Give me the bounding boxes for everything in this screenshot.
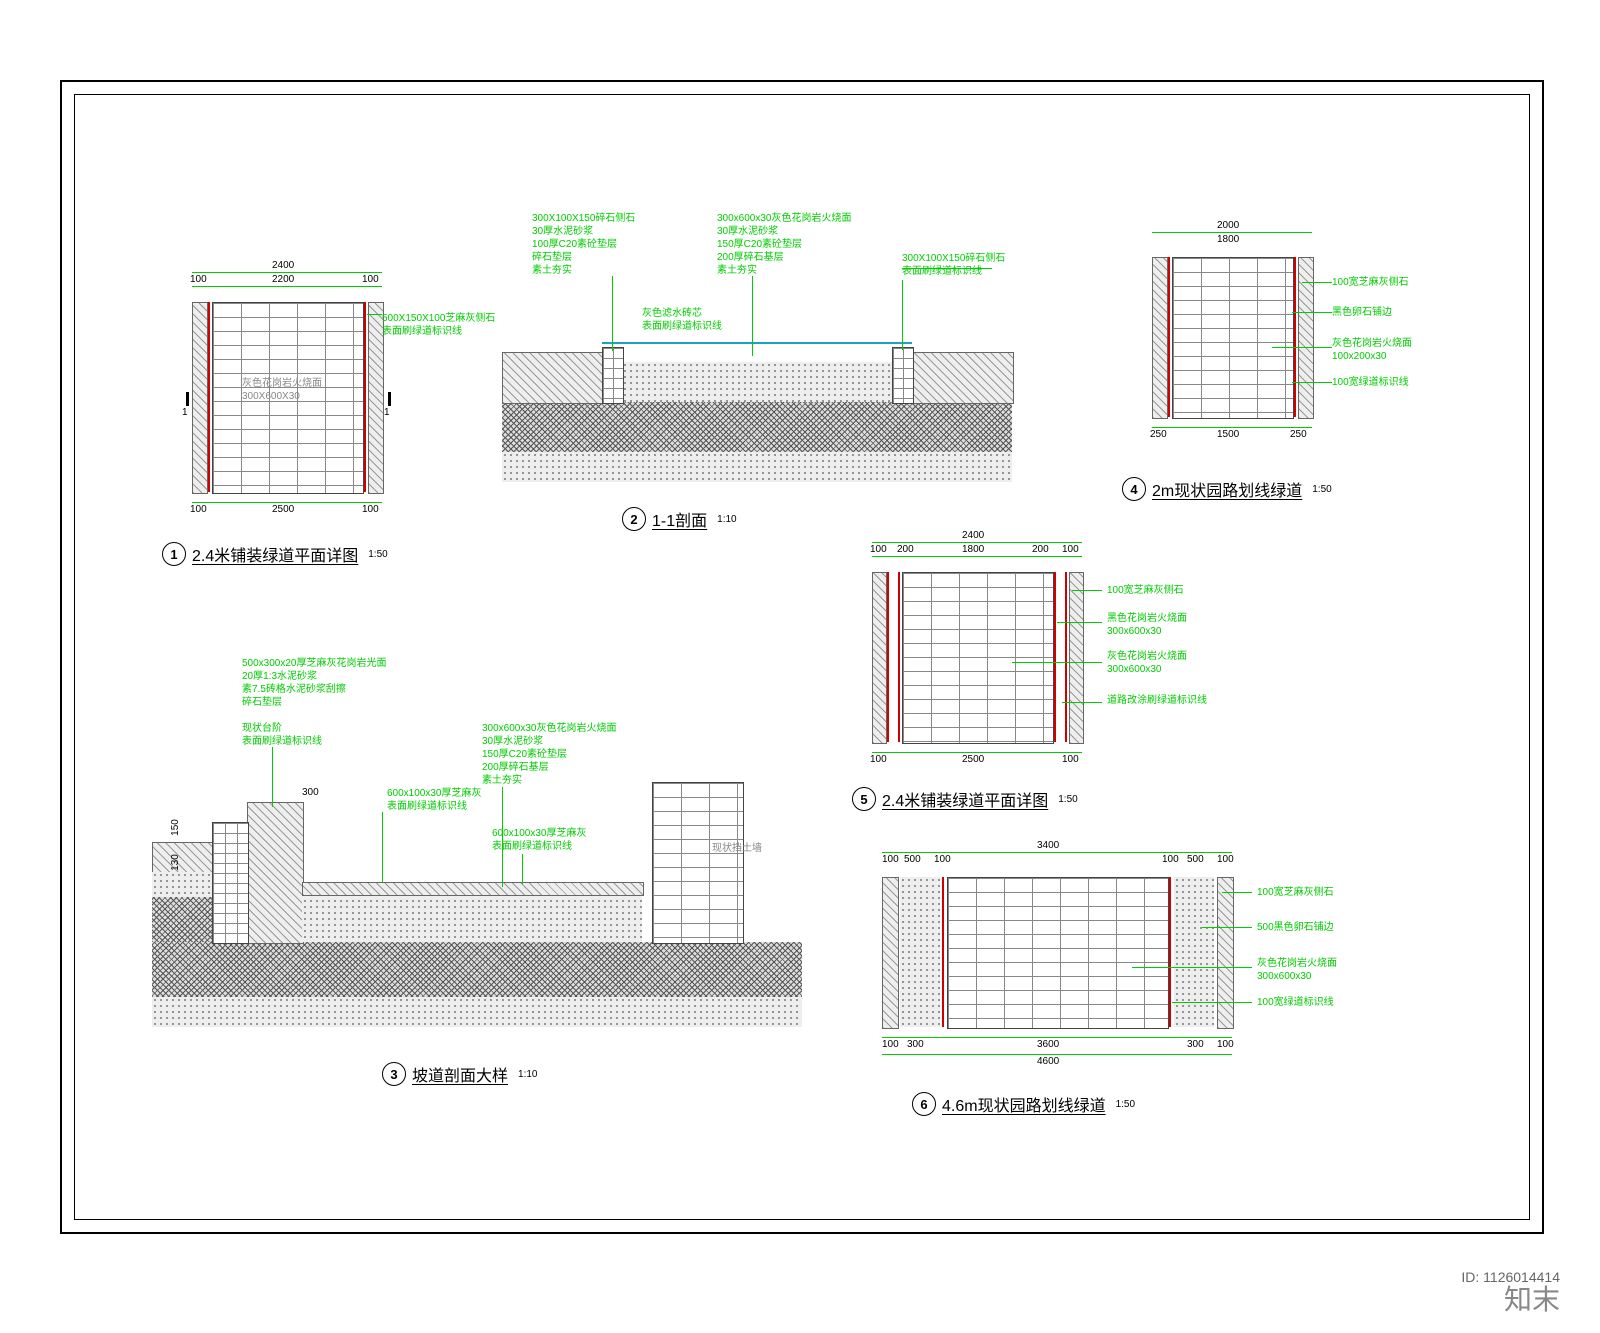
d4-dim-2000: 2000 bbox=[1217, 220, 1239, 231]
caption-title-2: 1-1剖面 bbox=[652, 507, 707, 531]
detail-1: 2400 100 2200 100 1 1 500X150X100芝麻灰侧石 表… bbox=[182, 272, 432, 562]
d3-dim-130: 130 bbox=[170, 854, 181, 871]
d5-n1: 100宽芝麻灰侧石 bbox=[1107, 584, 1184, 597]
caption-title-6: 4.6m现状园路划线绿道 bbox=[942, 1092, 1106, 1116]
dim-2200: 2200 bbox=[272, 274, 294, 285]
bubble-1: 1 bbox=[162, 542, 186, 566]
d4-plan bbox=[1172, 257, 1294, 419]
note-granite: 灰色花岗岩火烧面 300X600X30 bbox=[242, 377, 322, 403]
note-d2-filter: 灰色滤水砖芯 表面刷绿道标识线 bbox=[642, 307, 722, 333]
dim-100: 100 bbox=[190, 274, 207, 285]
caption-2: 2 1-1剖面 1:10 bbox=[622, 507, 737, 531]
d4-dim-1500: 1500 bbox=[1217, 429, 1239, 440]
d5-n3: 灰色花岗岩火烧面 300x600x30 bbox=[1107, 650, 1187, 676]
d5-n2: 黑色花岗岩火烧面 300x600x30 bbox=[1107, 612, 1187, 638]
d6-dim-3400: 3400 bbox=[1037, 840, 1059, 851]
d6-dim-500: 500 bbox=[904, 854, 921, 865]
bubble-3: 3 bbox=[382, 1062, 406, 1086]
d6-dim-100: 100 bbox=[882, 854, 899, 865]
dim-100b: 100 bbox=[190, 504, 207, 515]
d3-n7: 600x100x30厚芝麻灰 表面刷绿道标识线 bbox=[387, 787, 482, 813]
d3-dim-150: 150 bbox=[170, 819, 181, 836]
d3-dim-300: 300 bbox=[302, 787, 319, 798]
d3-n5: 现状台阶 表面刷绿道标识线 bbox=[242, 722, 322, 748]
d4-n4: 100宽绿道标识线 bbox=[1332, 376, 1409, 389]
d5-dim-2400: 2400 bbox=[962, 530, 984, 541]
d6-n2: 500黑色卵石铺边 bbox=[1257, 921, 1334, 934]
d6-n3: 灰色花岗岩火烧面 300x600x30 bbox=[1257, 957, 1337, 983]
caption-title-5: 2.4米铺装绿道平面详图 bbox=[882, 787, 1048, 811]
caption-scale-3: 1:10 bbox=[518, 1069, 537, 1080]
d5-dim-b2500: 2500 bbox=[962, 754, 984, 765]
d5-plan bbox=[902, 572, 1054, 744]
note-d2-mid: 300x600x30灰色花岗岩火烧面 30厚水泥砂浆 150厚C20素砼垫层 2… bbox=[717, 212, 852, 277]
d6-dim-100b: 100 bbox=[934, 854, 951, 865]
section-mark-1: 1 bbox=[182, 407, 188, 418]
caption-1: 1 2.4米铺装绿道平面详图 1:50 bbox=[162, 542, 388, 566]
dim-100: 100 bbox=[362, 274, 379, 285]
note-d2-left: 300X100X150碎石侧石 30厚水泥砂浆 100厚C20素砼垫层 碎石垫层… bbox=[532, 212, 635, 277]
bubble-5: 5 bbox=[852, 787, 876, 811]
d6-dimb-3600: 3600 bbox=[1037, 1039, 1059, 1050]
d6-plan bbox=[947, 877, 1169, 1029]
d6-dim-100c: 100 bbox=[1162, 854, 1179, 865]
caption-5: 5 2.4米铺装绿道平面详图 1:50 bbox=[852, 787, 1078, 811]
detail-2: 300X100X150碎石侧石 30厚水泥砂浆 100厚C20素砼垫层 碎石垫层… bbox=[492, 212, 1022, 512]
detail-4: 2000 1800 100宽芝麻灰侧石 黑色卵石铺边 灰色花岗岩火烧面 100x… bbox=[1142, 232, 1442, 492]
caption-scale-1: 1:50 bbox=[368, 549, 387, 560]
dim-100c: 100 bbox=[362, 504, 379, 515]
caption-6: 6 4.6m现状园路划线绿道 1:50 bbox=[912, 1092, 1135, 1116]
d4-n3: 灰色花岗岩火烧面 100x200x30 bbox=[1332, 337, 1412, 363]
d4-n2: 黑色卵石铺边 bbox=[1332, 306, 1392, 319]
d5-dim-1800: 1800 bbox=[962, 544, 984, 555]
section-mark-1: 1 bbox=[384, 407, 390, 418]
d5-dim-100: 100 bbox=[870, 544, 887, 555]
caption-scale-2: 1:10 bbox=[717, 514, 736, 525]
d4-n1: 100宽芝麻灰侧石 bbox=[1332, 276, 1409, 289]
d3-n9: 600x100x30厚芝麻灰 表面刷绿道标识线 bbox=[492, 827, 587, 853]
caption-4: 4 2m现状园路划线绿道 1:50 bbox=[1122, 477, 1332, 501]
dim-2500: 2500 bbox=[272, 504, 294, 515]
note-d2-right: 300X100X150碎石侧石 表面刷绿道标识线 bbox=[902, 252, 1005, 278]
dim-2400: 2400 bbox=[272, 260, 294, 271]
d3-n11: 300x600x30灰色花岗岩火烧面 30厚水泥砂浆 150厚C20素砼垫层 2… bbox=[482, 722, 617, 787]
detail-5: 2400 100 200 1800 200 100 100宽芝麻灰侧石 黑色花岗… bbox=[862, 542, 1262, 802]
detail-3: 500x300x20厚芝麻灰花岗岩光面 20厚1:3水泥砂浆 素7.5砖格水泥砂… bbox=[132, 642, 832, 1042]
d6-dimb-300: 300 bbox=[907, 1039, 924, 1050]
drawing-sheet: 2400 100 2200 100 1 1 500X150X100芝麻灰侧石 表… bbox=[60, 80, 1544, 1234]
d3-n1: 500x300x20厚芝麻灰花岗岩光面 20厚1:3水泥砂浆 素7.5砖格水泥砂… bbox=[242, 657, 387, 709]
d3-n16: 现状挡土墙 bbox=[712, 842, 762, 855]
d4-dim-1800: 1800 bbox=[1217, 234, 1239, 245]
footer-brand: 知末 bbox=[1504, 1278, 1560, 1318]
note-side-stone: 500X150X100芝麻灰侧石 表面刷绿道标识线 bbox=[382, 312, 495, 338]
caption-scale-6: 1:50 bbox=[1116, 1099, 1135, 1110]
d5-dim-b100b: 100 bbox=[1062, 754, 1079, 765]
caption-scale-4: 1:50 bbox=[1312, 484, 1331, 495]
d5-dim-200: 200 bbox=[897, 544, 914, 555]
d6-n1: 100宽芝麻灰侧石 bbox=[1257, 886, 1334, 899]
caption-title-4: 2m现状园路划线绿道 bbox=[1152, 477, 1302, 501]
d6-dim-100d: 100 bbox=[1217, 854, 1234, 865]
d5-dim-b100: 100 bbox=[870, 754, 887, 765]
d4-dim-250: 250 bbox=[1150, 429, 1167, 440]
d5-dim-100b: 100 bbox=[1062, 544, 1079, 555]
d6-dimb-4600: 4600 bbox=[1037, 1056, 1059, 1067]
d6-dimb-100b: 100 bbox=[1217, 1039, 1234, 1050]
bubble-6: 6 bbox=[912, 1092, 936, 1116]
d5-n4: 道路改涂刷绿道标识线 bbox=[1107, 694, 1207, 707]
bubble-2: 2 bbox=[622, 507, 646, 531]
caption-3: 3 坡道剖面大样 1:10 bbox=[382, 1062, 537, 1086]
d6-dim-500b: 500 bbox=[1187, 854, 1204, 865]
d4-dim-250b: 250 bbox=[1290, 429, 1307, 440]
d6-dimb-100: 100 bbox=[882, 1039, 899, 1050]
d6-dimb-300b: 300 bbox=[1187, 1039, 1204, 1050]
caption-scale-5: 1:50 bbox=[1058, 794, 1077, 805]
bubble-4: 4 bbox=[1122, 477, 1146, 501]
caption-title-3: 坡道剖面大样 bbox=[412, 1062, 508, 1086]
d6-n4: 100宽绿道标识线 bbox=[1257, 996, 1334, 1009]
caption-title-1: 2.4米铺装绿道平面详图 bbox=[192, 542, 358, 566]
d5-dim-200b: 200 bbox=[1032, 544, 1049, 555]
detail-6: 3400 100 500 100 100 500 100 100宽芝麻灰侧石 5… bbox=[872, 852, 1402, 1132]
